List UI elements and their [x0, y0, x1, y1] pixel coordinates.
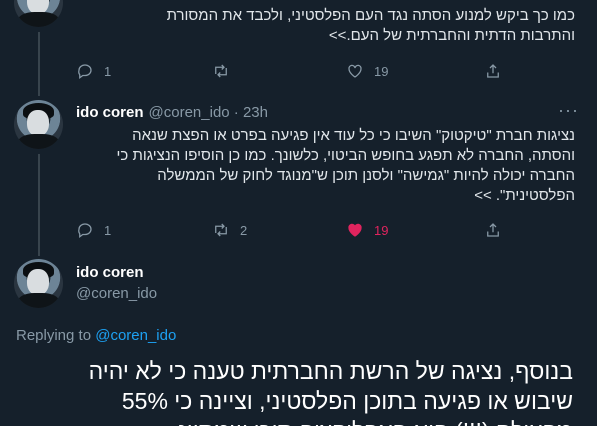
reply-icon	[78, 64, 92, 80]
tweet-text-line: והסתה, החברה לא תפגע בחופש הביטוי, כלשונ…	[116, 147, 575, 164]
share-button[interactable]	[484, 60, 502, 82]
reply-count: 1	[104, 222, 112, 238]
replying-prefix: Replying to	[16, 327, 92, 344]
tweet-header: ido coren @coren_ido · 23h	[76, 104, 268, 121]
avatar[interactable]	[14, 259, 63, 308]
replying-handle-link[interactable]: @coren_ido	[95, 327, 176, 344]
replying-to: Replying to @coren_ido	[16, 327, 176, 344]
tweet-text-line: מהעולם (!!!) הוא האפליקציה תוכן שמתיינ	[13, 416, 573, 426]
tweet-text: כמו כך ביקש למנוע הסתה נגד העם הפלסטיני,…	[75, 6, 575, 46]
retweet-icon	[215, 64, 227, 78]
author-name[interactable]: ido coren	[76, 104, 144, 121]
tweet-text-line: שיבוש או פגיעה בתוכן הפלסטיני, וציינה כי…	[121, 388, 573, 414]
reply-button[interactable]: 1	[76, 60, 111, 82]
like-button[interactable]: 19	[346, 219, 388, 241]
like-count: 19	[374, 222, 389, 238]
retweet-icon	[215, 223, 227, 237]
tweet-text-line: בנוסף, נציגה של הרשת החברתית טענה כי לא …	[88, 358, 573, 384]
more-icon[interactable]: ···	[558, 100, 579, 121]
like-count: 19	[374, 63, 389, 79]
tweet-text-line: נציגות חברת "טיקטוק" השיבו כי כל עוד אין…	[132, 127, 575, 144]
retweet-button[interactable]	[212, 60, 230, 82]
author-handle[interactable]: @coren_ido · 23h	[149, 104, 268, 121]
tweet-actions: 1 2 19	[76, 219, 506, 241]
author-name[interactable]: ido coren	[76, 264, 144, 281]
thread-line	[38, 32, 40, 96]
tweet-text-line: והתרבות הדתית והחברתית של העם.>>	[328, 27, 575, 44]
tweet-text: נציגות חברת "טיקטוק" השיבו כי כל עוד אין…	[65, 126, 575, 206]
share-button[interactable]	[484, 219, 502, 241]
like-icon	[348, 64, 362, 78]
tweet-text-line: הפלסטינית". >>	[474, 187, 575, 204]
avatar[interactable]	[14, 100, 63, 149]
tweet-text-line: החברה יכולה להיות "גמישה" ולסנן תוכן ש"מ…	[157, 167, 575, 184]
share-icon	[487, 64, 499, 78]
main-tweet-text: בנוסף, נציגה של הרשת החברתית טענה כי לא …	[13, 356, 573, 426]
like-button[interactable]: 19	[346, 60, 388, 82]
reply-button[interactable]: 1	[76, 219, 111, 241]
retweet-count: 2	[240, 222, 248, 238]
retweet-button[interactable]: 2	[212, 219, 247, 241]
avatar[interactable]	[14, 0, 63, 27]
tweet-text-line: כמו כך ביקש למנוע הסתה נגד העם הפלסטיני,…	[166, 7, 575, 24]
reply-count: 1	[104, 63, 112, 79]
thread-line	[38, 154, 40, 256]
tweet-actions: 1 19	[76, 60, 506, 82]
author-handle[interactable]: @coren_ido	[76, 285, 157, 302]
reply-icon	[78, 223, 92, 239]
share-icon	[487, 223, 499, 237]
like-icon	[348, 223, 362, 237]
